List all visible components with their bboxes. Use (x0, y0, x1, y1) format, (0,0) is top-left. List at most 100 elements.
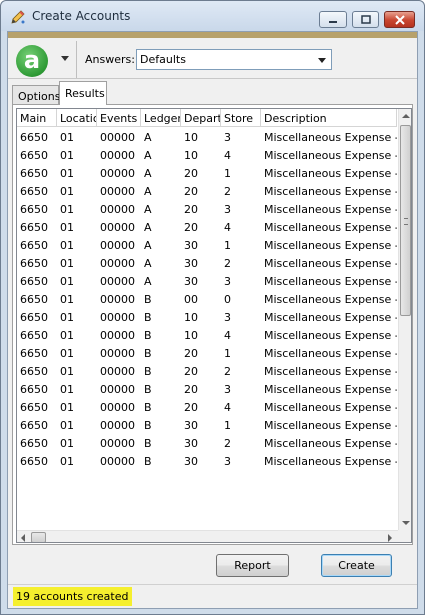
cell-department: 00 (184, 293, 198, 306)
cell-description: Miscellaneous Expense - Eq (264, 419, 397, 432)
column-header-store[interactable]: Store (221, 109, 261, 127)
report-button[interactable]: Report (216, 554, 289, 577)
column-header-description[interactable]: Description (261, 109, 397, 127)
scroll-down-icon[interactable] (402, 521, 410, 525)
status-divider (8, 584, 417, 585)
table-row[interactable]: 6650 01 00000 B 20 4 Miscellaneous Expense - S… (17, 398, 397, 416)
cell-description: Miscellaneous Expense - Su (264, 401, 397, 414)
cell-description: Miscellaneous Expense - Fu (264, 311, 397, 324)
results-grid[interactable]: Main Location Events Ledger Department S… (16, 108, 412, 543)
window-title: Create Accounts (32, 9, 131, 23)
table-row[interactable]: 6650 01 00000 A 20 1 Miscellaneous Expense - S… (17, 164, 397, 182)
chevron-down-icon[interactable] (61, 56, 69, 61)
title-bar[interactable]: Create Accounts (1, 1, 424, 31)
horizontal-scroll-thumb[interactable] (31, 532, 46, 542)
cell-store: 3 (224, 311, 231, 324)
cell-ledger: A (144, 149, 152, 162)
create-button[interactable]: Create (321, 554, 392, 577)
table-row[interactable]: 6650 01 00000 B 20 3 Miscellaneous Expense - S… (17, 380, 397, 398)
table-row[interactable]: 6650 01 00000 B 30 2 Miscellaneous Expense - E… (17, 434, 397, 452)
scroll-right-icon[interactable] (388, 534, 392, 542)
cell-description: Miscellaneous Expense - Fu (264, 149, 397, 162)
cell-description: Miscellaneous Expense - Ad (264, 293, 397, 306)
client-area: a Answers: Defaults Options Results Main… (7, 31, 418, 609)
cell-events: 00000 (100, 257, 135, 270)
column-header-location[interactable]: Location (57, 109, 97, 127)
cell-events: 00000 (100, 203, 135, 216)
table-row[interactable]: 6650 01 00000 B 30 1 Miscellaneous Expense - E… (17, 416, 397, 434)
table-row[interactable]: 6650 01 00000 A 30 1 Miscellaneous Expense - E… (17, 236, 397, 254)
cell-main: 6650 (20, 239, 48, 252)
cell-description: Miscellaneous Expense - Su (264, 365, 397, 378)
vertical-scroll-thumb[interactable] (400, 125, 411, 316)
table-row[interactable]: 66500100000B000Miscellaneous Expense - A… (17, 290, 397, 308)
cell-description: Miscellaneous Expense - Eq (264, 437, 397, 450)
cell-location: 01 (60, 437, 74, 450)
maximize-button[interactable] (352, 11, 379, 28)
app-logo[interactable]: a (16, 45, 48, 77)
column-header-events[interactable]: Events (97, 109, 141, 127)
cell-location: 01 (60, 167, 74, 180)
table-row[interactable]: 6650 01 00000 A 10 4 Miscellaneous Expense - F… (17, 146, 397, 164)
table-row[interactable]: 6650 01 00000 A 10 3 Miscellaneous Expense - F… (17, 128, 397, 146)
cell-ledger: A (144, 239, 152, 252)
cell-main: 6650 (20, 419, 48, 432)
cell-location: 01 (60, 185, 74, 198)
minimize-icon (329, 20, 337, 23)
table-row[interactable]: 6650 01 00000 B 10 3 Miscellaneous Expense - F… (17, 308, 397, 326)
horizontal-scrollbar[interactable] (17, 530, 398, 542)
cell-store: 3 (224, 383, 231, 396)
column-header-ledger[interactable]: Ledger (141, 109, 181, 127)
cell-department: 10 (184, 329, 198, 342)
maximize-icon (360, 14, 371, 24)
tab-options[interactable]: Options (12, 85, 60, 105)
cell-location: 01 (60, 203, 74, 216)
divider (8, 78, 417, 79)
grid-header: Main Location Events Ledger Department S… (17, 109, 397, 127)
cell-store: 2 (224, 257, 231, 270)
table-row[interactable]: 6650 01 00000 A 20 2 Miscellaneous Expense - S… (17, 182, 397, 200)
minimize-button[interactable] (319, 11, 347, 28)
cell-location: 01 (60, 239, 74, 252)
cell-ledger: A (144, 167, 152, 180)
table-row[interactable]: 6650 01 00000 B 30 3 Miscellaneous Expense - E… (17, 452, 397, 470)
cell-main: 6650 (20, 311, 48, 324)
cell-location: 01 (60, 149, 74, 162)
tab-results[interactable]: Results (59, 81, 107, 105)
cell-main: 6650 (20, 203, 48, 216)
cell-department: 20 (184, 347, 198, 360)
cell-department: 10 (184, 149, 198, 162)
table-row[interactable]: 6650 01 00000 A 30 2 Miscellaneous Expense - E… (17, 254, 397, 272)
cell-ledger: B (144, 383, 152, 396)
table-row[interactable]: 6650 01 00000 A 20 4 Miscellaneous Expense - S… (17, 218, 397, 236)
column-header-main[interactable]: Main (17, 109, 57, 127)
cell-ledger: B (144, 365, 152, 378)
scroll-left-icon[interactable] (21, 534, 25, 542)
table-row[interactable]: 6650 01 00000 A 30 3 Miscellaneous Expense - E… (17, 272, 397, 290)
cell-main: 6650 (20, 437, 48, 450)
cell-main: 6650 (20, 185, 48, 198)
cell-description: Miscellaneous Expense - Su (264, 347, 397, 360)
table-row[interactable]: 6650 01 00000 B 20 2 Miscellaneous Expense - S… (17, 362, 397, 380)
vertical-scrollbar[interactable] (398, 109, 411, 530)
cell-location: 01 (60, 275, 74, 288)
cell-events: 00000 (100, 167, 135, 180)
answers-dropdown[interactable]: Defaults (136, 49, 332, 70)
cell-events: 00000 (100, 311, 135, 324)
column-header-department[interactable]: Department (181, 109, 221, 127)
close-button[interactable] (384, 11, 415, 28)
table-row[interactable]: 6650 01 00000 B 10 4 Miscellaneous Expense - F… (17, 326, 397, 344)
table-row[interactable]: 6650 01 00000 A 20 3 Miscellaneous Expense - S… (17, 200, 397, 218)
cell-main: 6650 (20, 131, 48, 144)
scroll-up-icon[interactable] (402, 114, 410, 118)
cell-department: 30 (184, 419, 198, 432)
cell-department: 30 (184, 437, 198, 450)
cell-description: Miscellaneous Expense - Su (264, 185, 397, 198)
cell-location: 01 (60, 257, 74, 270)
table-row[interactable]: 6650 01 00000 B 20 1 Miscellaneous Expense - S… (17, 344, 397, 362)
cell-location: 01 (60, 419, 74, 432)
cell-store: 1 (224, 419, 231, 432)
cell-ledger: B (144, 311, 152, 324)
cell-ledger: B (144, 401, 152, 414)
close-icon (394, 14, 405, 25)
